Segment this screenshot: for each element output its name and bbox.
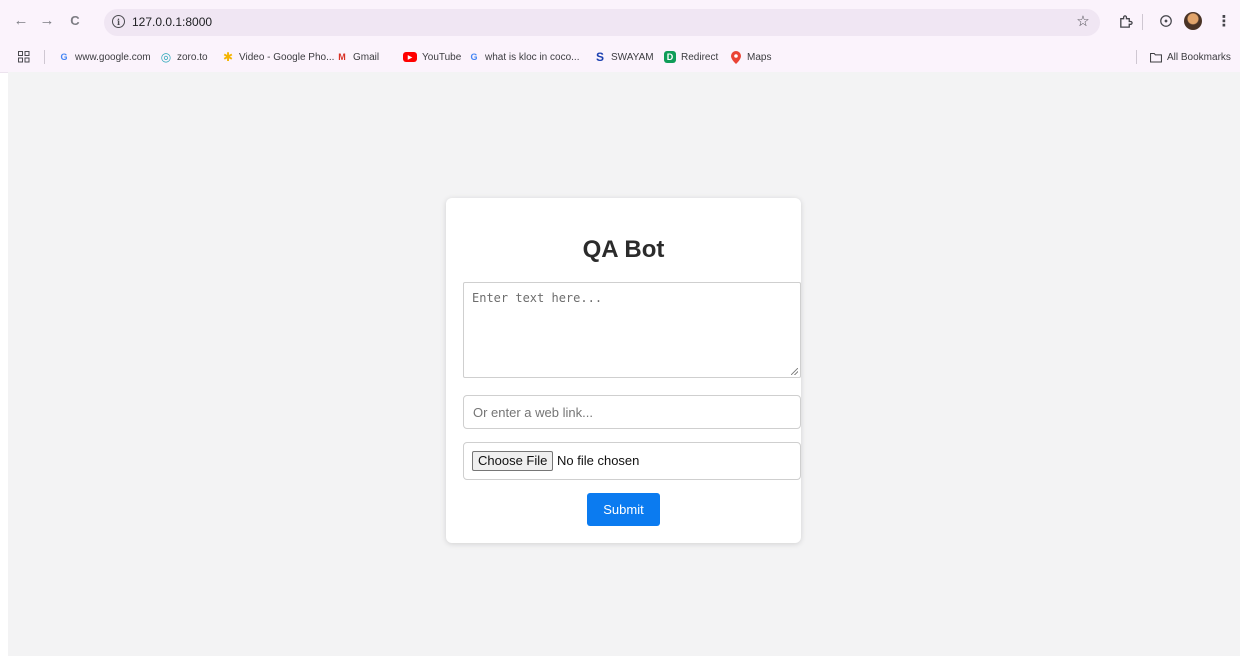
bookmark-label: www.google.com: [75, 51, 151, 63]
submit-button[interactable]: Submit: [587, 493, 660, 526]
resize-handle-icon[interactable]: [791, 368, 798, 375]
bookmark-youtube[interactable]: ▶ YouTube: [403, 49, 461, 65]
star-icon[interactable]: ☆: [1071, 9, 1095, 33]
swayam-icon: S: [595, 50, 604, 64]
bookmark-label: SWAYAM: [611, 51, 654, 63]
web-link-input[interactable]: [463, 395, 801, 429]
page-title: QA Bot: [582, 236, 665, 263]
file-input[interactable]: Choose File No file chosen: [463, 442, 801, 480]
bookmark-label: what is kloc in coco...: [485, 51, 580, 63]
bookmarks-divider: [44, 50, 45, 64]
gmail-icon: M: [338, 52, 346, 62]
bookmark-gmail[interactable]: M Gmail: [336, 49, 379, 65]
bookmark-label: zoro.to: [177, 51, 208, 63]
file-status-text: No file chosen: [557, 453, 640, 468]
address-bar-url[interactable]: 127.0.0.1:8000: [132, 15, 212, 29]
toolbar-divider: [1142, 14, 1143, 30]
bookmark-label: Video - Google Pho...: [239, 51, 335, 63]
folder-icon: [1150, 51, 1162, 63]
all-bookmarks-label: All Bookmarks: [1167, 51, 1231, 63]
text-input[interactable]: [463, 282, 801, 378]
address-bar[interactable]: i 127.0.0.1:8000: [104, 9, 1100, 36]
google-icon: G: [470, 52, 478, 62]
power-icon[interactable]: [1154, 9, 1178, 33]
bookmarks-divider: [1136, 50, 1137, 64]
apps-icon[interactable]: [18, 49, 30, 65]
profile-avatar[interactable]: [1184, 12, 1202, 30]
reload-icon[interactable]: C: [64, 9, 86, 31]
all-bookmarks-button[interactable]: All Bookmarks: [1150, 49, 1231, 65]
bookmark-label: Gmail: [353, 51, 380, 63]
bookmark-redirect[interactable]: D Redirect: [664, 49, 718, 65]
choose-file-button[interactable]: Choose File: [472, 451, 554, 471]
zoro-icon: ◎: [160, 50, 172, 64]
bookmarks-bar: G www.google.com ◎ zoro.to ✱ Video - Goo…: [0, 42, 1240, 73]
bookmark-maps[interactable]: Maps: [730, 49, 771, 65]
back-icon[interactable]: ←: [10, 9, 32, 31]
bookmark-swayam[interactable]: S SWAYAM: [594, 49, 654, 65]
bookmark-kloc-search[interactable]: G what is kloc in coco...: [468, 49, 579, 65]
youtube-icon: ▶: [403, 52, 417, 62]
bookmark-zoro[interactable]: ◎ zoro.to: [160, 49, 208, 65]
browser-toolbar: ← → C i 127.0.0.1:8000 ☆ ⋮: [0, 0, 1240, 42]
bookmark-label: Redirect: [681, 51, 719, 63]
redirect-icon: D: [664, 51, 676, 63]
menu-icon[interactable]: ⋮: [1212, 9, 1236, 33]
extensions-icon[interactable]: [1113, 9, 1137, 33]
site-info-icon[interactable]: i: [112, 15, 125, 28]
google-icon: G: [60, 52, 68, 62]
bookmark-google[interactable]: G www.google.com: [58, 49, 151, 65]
map-pin-icon: [730, 50, 742, 64]
pinwheel-icon: ✱: [222, 50, 234, 64]
bookmark-google-photos[interactable]: ✱ Video - Google Pho...: [222, 49, 334, 65]
bookmark-label: YouTube: [422, 51, 462, 63]
bookmark-label: Maps: [747, 51, 772, 63]
qa-bot-card: QA Bot Choose File No file chosen Submit: [446, 198, 801, 543]
forward-icon[interactable]: →: [36, 9, 58, 31]
